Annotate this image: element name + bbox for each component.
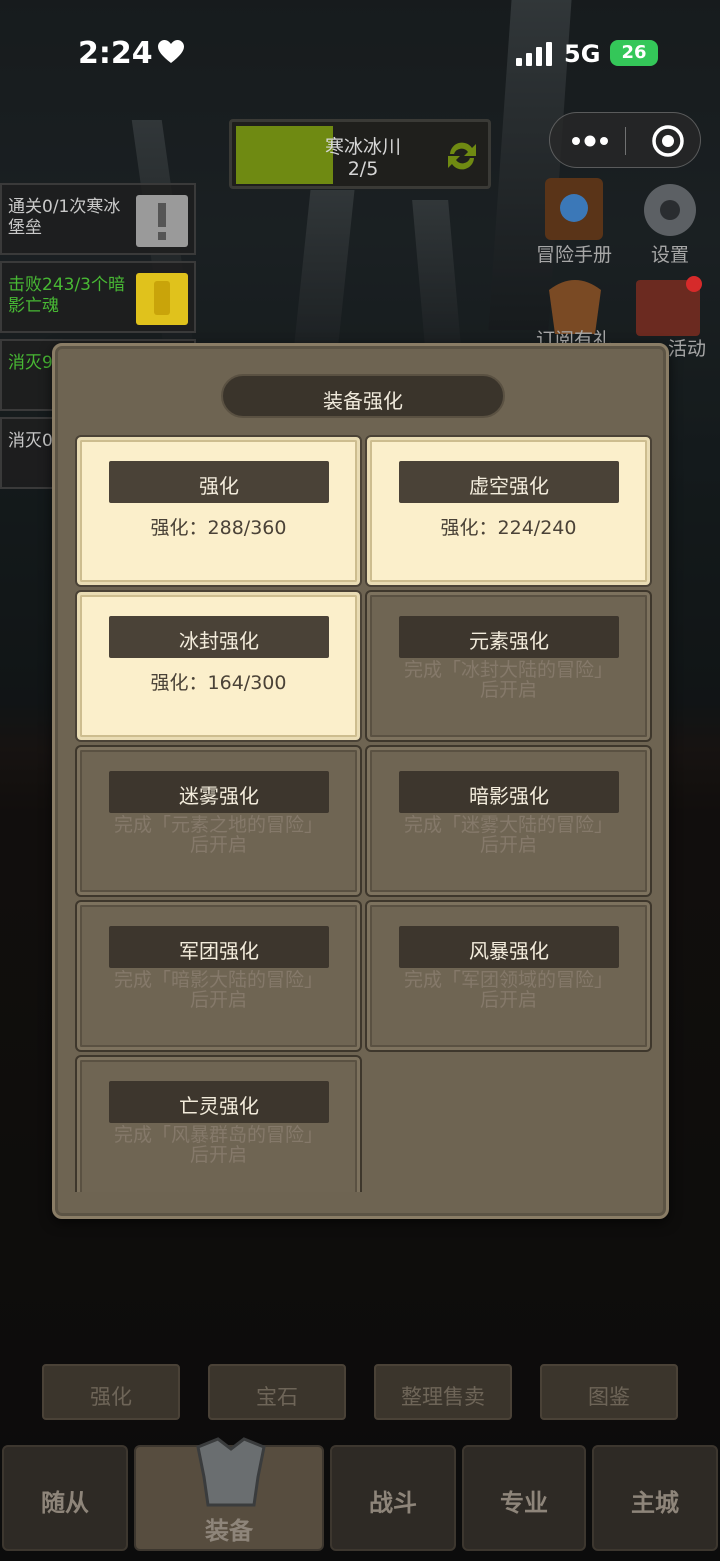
card-label: 虚空强化	[469, 474, 549, 498]
card-label: 风暴强化	[469, 939, 549, 963]
card-progress: 强化：164/300	[150, 672, 287, 694]
miniprogram-capsule	[549, 112, 701, 168]
battery-indicator: 26	[610, 40, 658, 66]
card-unlock-condition: 完成「风暴群岛的冒险」后开启	[113, 1124, 323, 1166]
card-label: 亡灵强化	[179, 1094, 259, 1118]
card-label-bar: 军团强化	[109, 926, 329, 968]
activity-label[interactable]: 活动	[668, 334, 706, 361]
dialog-title-bar: 装备强化	[221, 374, 505, 418]
dialog-title: 装备强化	[323, 389, 403, 413]
quest-text: 击败243/3个暗影亡魂	[8, 275, 125, 316]
card-label-bar: 亡灵强化	[109, 1081, 329, 1123]
nav-tab-battle[interactable]: 战斗	[330, 1445, 456, 1551]
subtab-gem[interactable]: 宝石	[208, 1364, 346, 1420]
nav-tab-main-city[interactable]: 主城	[592, 1445, 718, 1551]
status-time: 2:24	[78, 36, 153, 71]
heart-icon	[158, 40, 184, 63]
subtab-sort-sell[interactable]: 整理售卖	[374, 1364, 512, 1420]
card-label-bar: 强化	[109, 461, 329, 503]
card-label-bar: 元素强化	[399, 616, 619, 658]
subtab-enhance[interactable]: 强化	[42, 1364, 180, 1420]
quest-item[interactable]: 击败243/3个暗影亡魂	[0, 261, 196, 333]
close-miniprogram-icon[interactable]	[650, 123, 686, 159]
settings-label[interactable]: 设置	[651, 240, 689, 267]
nav-tab-label: 战斗	[369, 1489, 417, 1517]
level-progress-box[interactable]: 寒冰冰川 2/5	[229, 119, 491, 189]
card-label: 强化	[199, 474, 239, 498]
subtab-label: 宝石	[256, 1385, 298, 1409]
quest-text: 通关0/1次寒冰堡垒	[8, 197, 121, 238]
enhance-card-undead[interactable]: 亡灵强化 完成「风暴群岛的冒险」后开启	[77, 1057, 360, 1192]
card-progress: 强化：288/360	[150, 517, 287, 539]
handbook-icon[interactable]	[535, 176, 615, 246]
enhance-card-legion[interactable]: 军团强化 完成「暗影大陆的冒险」后开启	[77, 902, 360, 1050]
subtab-label: 整理售卖	[401, 1385, 485, 1409]
enhance-card-element[interactable]: 元素强化 完成「冰封大陆的冒险」后开启	[367, 592, 650, 740]
enhance-card-basic[interactable]: 强化 强化：288/360	[77, 437, 360, 585]
network-label: 5G	[564, 40, 601, 68]
more-icon[interactable]	[570, 129, 610, 153]
card-label-bar: 暗影强化	[399, 771, 619, 813]
nav-tab-label: 主城	[631, 1489, 679, 1517]
card-label: 冰封强化	[179, 629, 259, 653]
card-label-bar: 风暴强化	[399, 926, 619, 968]
nav-tab-followers[interactable]: 随从	[2, 1445, 128, 1551]
nav-tab-label: 随从	[41, 1489, 89, 1517]
signal-icon	[516, 42, 552, 66]
enhance-card-mist[interactable]: 迷雾强化 完成「元素之地的冒险」后开启	[77, 747, 360, 895]
gear-icon[interactable]	[630, 176, 710, 246]
refresh-icon[interactable]	[444, 138, 480, 174]
card-label-bar: 虚空强化	[399, 461, 619, 503]
quest-item[interactable]: 通关0/1次寒冰堡垒	[0, 183, 196, 255]
card-label: 军团强化	[179, 939, 259, 963]
nav-tab-profession[interactable]: 专业	[462, 1445, 586, 1551]
handbook-label[interactable]: 冒险手册	[536, 240, 612, 267]
exclamation-icon	[136, 195, 188, 247]
nav-tab-label: 专业	[500, 1489, 548, 1517]
card-unlock-condition: 完成「迷雾大陆的冒险」后开启	[403, 814, 613, 856]
card-label-bar: 迷雾强化	[109, 771, 329, 813]
card-label: 元素强化	[469, 629, 549, 653]
card-label-bar: 冰封强化	[109, 616, 329, 658]
equipment-enhance-dialog: 装备强化 强化 强化：288/360 虚空强化 强化：224/240 冰封强化 …	[52, 343, 669, 1219]
enhance-card-grid[interactable]: 强化 强化：288/360 虚空强化 强化：224/240 冰封强化 强化：16…	[73, 434, 653, 1192]
nav-tab-equipment[interactable]: 装备	[134, 1437, 324, 1551]
enhance-card-shadow[interactable]: 暗影强化 完成「迷雾大陆的冒险」后开启	[367, 747, 650, 895]
card-progress: 强化：224/240	[440, 517, 577, 539]
subtab-label: 强化	[90, 1385, 132, 1409]
nav-tab-label: 装备	[205, 1517, 253, 1545]
armor-icon	[196, 1437, 266, 1507]
enhance-card-frozen[interactable]: 冰封强化 强化：164/300	[77, 592, 360, 740]
subtab-codex[interactable]: 图鉴	[540, 1364, 678, 1420]
card-unlock-condition: 完成「暗影大陆的冒险」后开启	[113, 969, 323, 1011]
card-unlock-condition: 完成「元素之地的冒险」后开启	[113, 814, 323, 856]
enhance-card-void[interactable]: 虚空强化 强化：224/240	[367, 437, 650, 585]
card-unlock-condition: 完成「军团领域的冒险」后开启	[403, 969, 613, 1011]
enhance-card-storm[interactable]: 风暴强化 完成「军团领域的冒险」后开启	[367, 902, 650, 1050]
subtab-label: 图鉴	[588, 1385, 630, 1409]
reward-icon	[136, 273, 188, 325]
capsule-divider	[625, 127, 626, 155]
card-label: 迷雾强化	[179, 784, 259, 808]
card-label: 暗影强化	[469, 784, 549, 808]
card-unlock-condition: 完成「冰封大陆的冒险」后开启	[403, 659, 613, 701]
